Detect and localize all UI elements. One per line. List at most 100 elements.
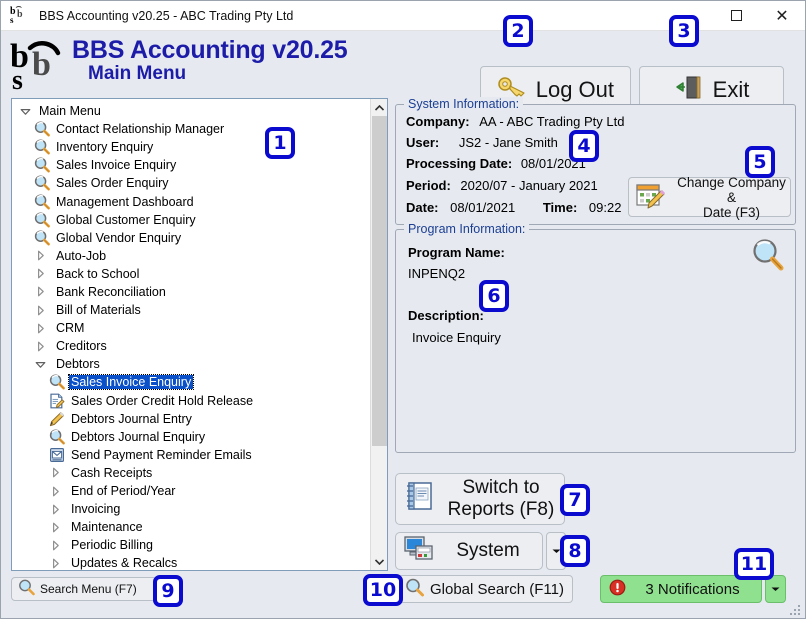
change-company-line1: Change Company & bbox=[677, 175, 786, 205]
close-icon[interactable]: ✕ bbox=[759, 1, 805, 30]
tree-item[interactable]: Sales Invoice Enquiry bbox=[12, 156, 370, 174]
tree-item[interactable]: Maintenance bbox=[12, 518, 370, 536]
processing-date-label: Processing Date: bbox=[406, 156, 512, 171]
date-time-row: Date: 08/01/2021 Time: 09:22 bbox=[406, 200, 621, 215]
caret-down-icon bbox=[771, 584, 780, 594]
program-name-label: Program Name: bbox=[408, 245, 505, 260]
tree-item[interactable]: Debtors bbox=[12, 355, 370, 373]
expander-icon[interactable] bbox=[48, 540, 63, 551]
change-company-date-button[interactable]: Change Company & Date (F3) bbox=[628, 177, 791, 217]
user-label: User: bbox=[406, 135, 439, 150]
tree-item-label: Global Vendor Enquiry bbox=[54, 231, 183, 245]
envelope-icon bbox=[48, 447, 66, 463]
chevron-up-icon[interactable] bbox=[371, 99, 388, 116]
company-label: Company: bbox=[406, 114, 470, 129]
tree-item[interactable]: Cash Receipts bbox=[12, 464, 370, 482]
alert-icon bbox=[609, 579, 626, 600]
date-label: Date: bbox=[406, 200, 439, 215]
company-row: Company: AA - ABC Trading Pty Ltd bbox=[406, 114, 624, 129]
tree-item[interactable]: End of Period/Year bbox=[12, 482, 370, 500]
tree-item[interactable]: Bill of Materials bbox=[12, 301, 370, 319]
user-row: User: JS2 - Jane Smith bbox=[406, 135, 558, 150]
tree-item-label: Cash Receipts bbox=[69, 466, 154, 480]
expander-icon[interactable] bbox=[48, 558, 63, 569]
chevron-down-icon[interactable] bbox=[371, 553, 388, 570]
global-search-button[interactable]: Global Search (F11) bbox=[398, 575, 573, 603]
expander-icon[interactable] bbox=[33, 250, 48, 261]
expander-icon[interactable] bbox=[33, 268, 48, 279]
tree-item-label: Periodic Billing bbox=[69, 538, 155, 552]
tree-item[interactable]: Debtors Journal Entry bbox=[12, 410, 370, 428]
tree-item-label: Bill of Materials bbox=[54, 303, 143, 317]
svg-text:s: s bbox=[12, 65, 23, 91]
exit-door-icon bbox=[674, 74, 704, 106]
application-window: b ͡ b s BBS Accounting v20.25 - ABC Trad… bbox=[0, 0, 806, 619]
resize-grip-icon[interactable] bbox=[789, 603, 801, 615]
annotation-badge-10: 10 bbox=[363, 574, 403, 606]
tree-item[interactable]: Back to School bbox=[12, 265, 370, 283]
tree-item[interactable]: Sales Invoice Enquiry bbox=[12, 373, 370, 391]
tree-item-label: Updates & Recalcs bbox=[69, 556, 179, 570]
document-edit-icon bbox=[48, 393, 66, 409]
tree-item[interactable]: Invoicing bbox=[12, 500, 370, 518]
tree-item-label: Sales Invoice Enquiry bbox=[69, 375, 193, 389]
menu-tree-list[interactable]: Main MenuContact Relationship ManagerInv… bbox=[12, 99, 370, 570]
tree-item[interactable]: Debtors Journal Enquiry bbox=[12, 428, 370, 446]
tree-item[interactable]: Global Customer Enquiry bbox=[12, 211, 370, 229]
tree-item-label: Auto-Job bbox=[54, 249, 108, 263]
expander-icon[interactable] bbox=[33, 359, 48, 370]
maximize-icon[interactable] bbox=[713, 1, 759, 30]
tree-item[interactable]: Inventory Enquiry bbox=[12, 138, 370, 156]
annotation-badge-8: 8 bbox=[560, 535, 590, 567]
annotation-badge-4: 4 bbox=[569, 130, 599, 162]
tree-item[interactable]: Creditors bbox=[12, 337, 370, 355]
tree-item-label: Global Customer Enquiry bbox=[54, 213, 198, 227]
expander-icon[interactable] bbox=[33, 323, 48, 334]
tree-root-item[interactable]: Main Menu bbox=[12, 102, 370, 120]
window-title-text: BBS Accounting v20.25 - ABC Trading Pty … bbox=[39, 9, 293, 23]
switch-to-reports-button[interactable]: Switch to Reports (F8) bbox=[395, 473, 565, 525]
tree-vertical-scrollbar[interactable] bbox=[370, 99, 387, 570]
calendar-edit-icon bbox=[635, 181, 667, 214]
expander-icon[interactable] bbox=[33, 286, 48, 297]
tree-item[interactable]: Updates & Recalcs bbox=[12, 554, 370, 570]
annotation-badge-2: 2 bbox=[503, 15, 533, 47]
magnifier-icon[interactable] bbox=[751, 238, 785, 277]
tree-item-label: Creditors bbox=[54, 339, 109, 353]
exit-label: Exit bbox=[713, 77, 750, 103]
svg-text:b: b bbox=[17, 9, 23, 20]
tree-item[interactable]: Global Vendor Enquiry bbox=[12, 229, 370, 247]
log-out-label: Log Out bbox=[536, 77, 614, 103]
expander-icon[interactable] bbox=[33, 305, 48, 316]
tree-item[interactable]: Send Payment Reminder Emails bbox=[12, 446, 370, 464]
expander-icon[interactable] bbox=[33, 341, 48, 352]
scrollbar-thumb[interactable] bbox=[372, 116, 387, 446]
tree-item[interactable]: CRM bbox=[12, 319, 370, 337]
expander-icon[interactable] bbox=[48, 486, 63, 497]
magnifier-icon bbox=[48, 429, 66, 445]
tree-item[interactable]: Contact Relationship Manager bbox=[12, 120, 370, 138]
processing-date-row: Processing Date: 08/01/2021 bbox=[406, 156, 586, 171]
computer-icon bbox=[404, 534, 434, 568]
tree-item[interactable]: Auto-Job bbox=[12, 247, 370, 265]
tree-item-label: Management Dashboard bbox=[54, 195, 196, 209]
magnifier-icon bbox=[18, 579, 35, 599]
magnifier-icon bbox=[33, 230, 51, 246]
search-menu-button[interactable]: Search Menu (F7) bbox=[11, 577, 157, 601]
tree-item[interactable]: Bank Reconciliation bbox=[12, 283, 370, 301]
tree-item[interactable]: Periodic Billing bbox=[12, 536, 370, 554]
system-button[interactable]: System bbox=[395, 532, 543, 570]
annotation-badge-5: 5 bbox=[745, 146, 775, 178]
tree-item-label: Sales Order Credit Hold Release bbox=[69, 394, 255, 408]
expander-icon[interactable] bbox=[48, 522, 63, 533]
tree-item[interactable]: Sales Order Credit Hold Release bbox=[12, 392, 370, 410]
expander-icon[interactable] bbox=[48, 504, 63, 515]
tree-item[interactable]: Management Dashboard bbox=[12, 192, 370, 210]
page-title: Main Menu bbox=[88, 63, 348, 85]
annotation-badge-9: 9 bbox=[153, 575, 183, 607]
tree-item[interactable]: Sales Order Enquiry bbox=[12, 174, 370, 192]
expander-icon[interactable] bbox=[18, 106, 33, 117]
magnifier-icon bbox=[405, 578, 424, 601]
expander-icon[interactable] bbox=[48, 467, 63, 478]
annotation-badge-3: 3 bbox=[669, 15, 699, 47]
